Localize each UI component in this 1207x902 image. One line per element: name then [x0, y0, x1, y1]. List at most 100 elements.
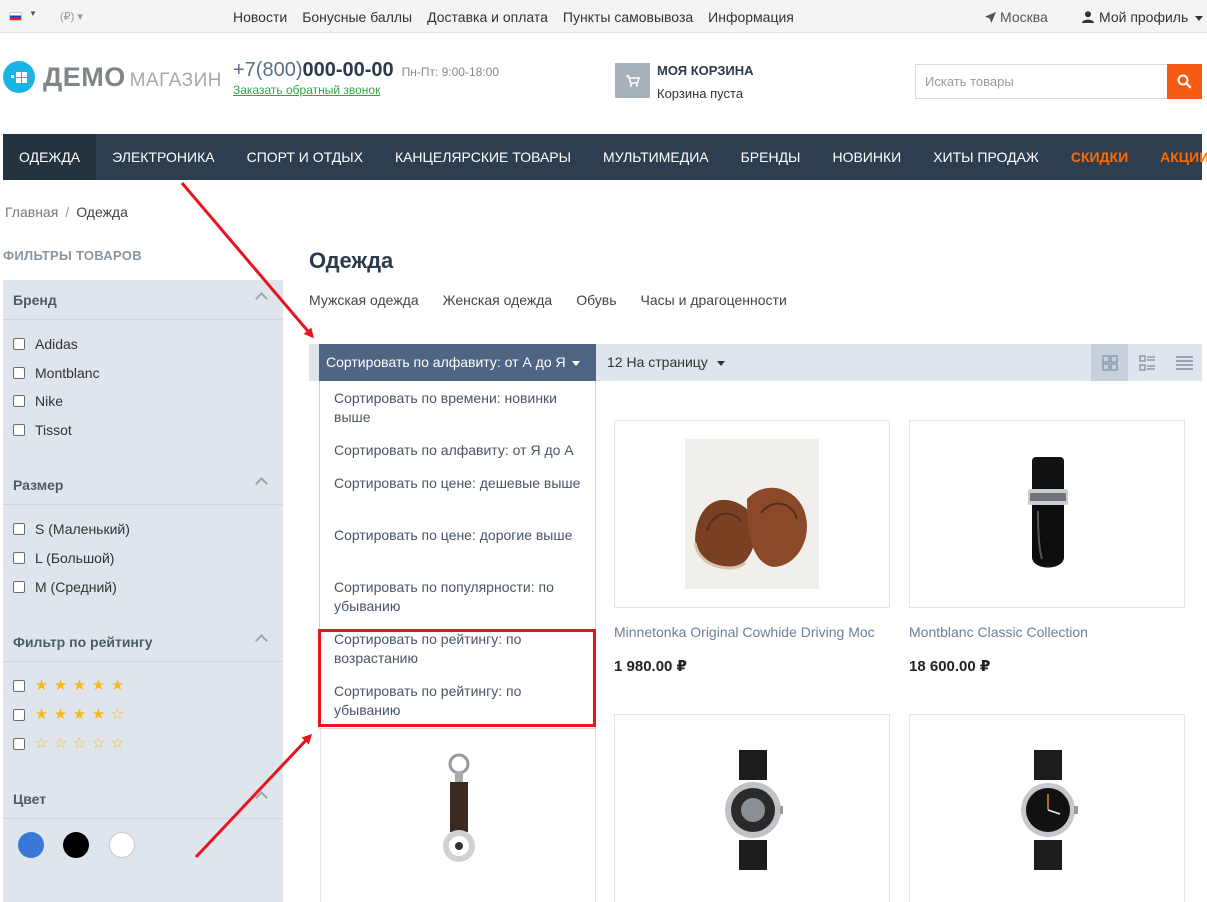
nav-electronics[interactable]: ЭЛЕКТРОНИКА	[96, 134, 230, 180]
checkbox[interactable]	[13, 395, 25, 407]
filter-rating-header[interactable]: Фильтр по рейтингу	[3, 622, 283, 662]
profile-label: Мой профиль	[1099, 9, 1189, 25]
view-compact-button[interactable]	[1166, 344, 1203, 381]
checkbox[interactable]	[13, 552, 25, 564]
nav-discounts[interactable]: СКИДКИ	[1055, 134, 1144, 180]
chevron-up-icon[interactable]	[255, 292, 268, 305]
profile-menu[interactable]: Мой профиль	[1082, 9, 1204, 25]
filter-rating-4[interactable]: ★ ★ ★ ★ ☆	[13, 707, 127, 722]
view-grid-button[interactable]	[1091, 344, 1128, 381]
logo-sub-text: МАГАЗИН	[129, 70, 222, 91]
search-input[interactable]	[915, 64, 1167, 99]
checkbox[interactable]	[13, 523, 25, 535]
nav-sport[interactable]: СПОРТ И ОТДЫХ	[231, 134, 379, 180]
nav-brands[interactable]: БРЕНДЫ	[725, 134, 817, 180]
sort-option-name-desc[interactable]: Сортировать по алфавиту: от Я до А	[334, 441, 589, 460]
nav-stationery[interactable]: КАНЦЕЛЯРСКИЕ ТОВАРЫ	[379, 134, 587, 180]
sort-option-price-asc[interactable]: Сортировать по цене: дешевые выше	[334, 474, 589, 493]
star-filled-icon: ★	[34, 706, 49, 723]
search-button[interactable]	[1167, 64, 1202, 99]
subcategory-men[interactable]: Мужская одежда	[309, 292, 419, 308]
top-nav-delivery[interactable]: Доставка и оплата	[427, 9, 548, 25]
filter-brand-adidas[interactable]: Adidas	[13, 336, 78, 352]
option-label: M (Средний)	[35, 579, 117, 595]
page-title: Одежда	[309, 248, 394, 273]
sort-dropdown-button[interactable]: Сортировать по алфавиту: от А до Я	[319, 344, 596, 381]
nav-clothing[interactable]: ОДЕЖДА	[3, 134, 97, 180]
product-card-keychain[interactable]	[320, 714, 596, 902]
per-page-selector[interactable]: 12 На страницу	[607, 344, 725, 381]
filters-sidebar: Бренд Adidas Montblanc Nike Tissot Разме…	[3, 280, 283, 902]
color-swatch-black[interactable]	[63, 832, 89, 858]
top-nav-pickup[interactable]: Пункты самовывоза	[563, 9, 693, 25]
breadcrumb-current: Одежда	[76, 204, 128, 220]
checkbox[interactable]	[13, 708, 25, 721]
color-swatch-blue[interactable]	[18, 832, 44, 858]
filter-color-header[interactable]: Цвет	[3, 779, 283, 819]
top-nav-bonus[interactable]: Бонусные баллы	[302, 9, 412, 25]
sort-option-price-desc[interactable]: Сортировать по цене: дорогие выше	[334, 526, 589, 545]
star-filled-icon: ★	[34, 677, 49, 694]
product-name[interactable]: Montblanc Classic Collection	[909, 624, 1088, 640]
stars-rating: ★ ★ ★ ★ ★	[32, 678, 127, 693]
product-card-watch-1[interactable]	[614, 714, 890, 902]
checkbox[interactable]	[13, 338, 25, 350]
phone: +7(800)000-00-00 Пн-Пт: 9:00-18:00	[233, 59, 499, 82]
filter-size-l[interactable]: L (Большой)	[13, 550, 114, 566]
city-selector[interactable]: Москва	[985, 9, 1048, 25]
callback-link[interactable]: Заказать обратный звонок	[233, 83, 380, 97]
color-swatch-white[interactable]	[109, 832, 135, 858]
russia-flag-icon[interactable]	[9, 12, 22, 21]
subcategory-watches[interactable]: Часы и драгоценности	[641, 292, 787, 308]
checkbox[interactable]	[13, 581, 25, 593]
sort-option-popularity[interactable]: Сортировать по популярности: по убыванию	[334, 578, 589, 616]
filter-rating-5[interactable]: ★ ★ ★ ★ ★	[13, 678, 127, 693]
checkbox[interactable]	[13, 424, 25, 436]
filter-brand-tissot[interactable]: Tissot	[13, 422, 72, 438]
subcategory-shoes[interactable]: Обувь	[576, 292, 616, 308]
filter-brand-montblanc[interactable]: Montblanc	[13, 365, 100, 381]
product-card-montblanc[interactable]	[909, 420, 1185, 608]
product-image-watch	[1021, 750, 1078, 870]
subcategories: Мужская одежда Женская одежда Обувь Часы…	[309, 292, 787, 308]
logo[interactable]: ДЕМО МАГАЗИН	[43, 62, 222, 93]
view-list-button[interactable]	[1129, 344, 1166, 381]
sort-selected-label: Сортировать по алфавиту: от А до Я	[326, 354, 566, 370]
chevron-down-icon	[716, 360, 725, 366]
logo-icon[interactable]	[3, 61, 35, 93]
filter-size-header[interactable]: Размер	[3, 465, 283, 505]
cart-icon	[625, 74, 640, 87]
filter-size-m[interactable]: M (Средний)	[13, 579, 117, 595]
nav-multimedia[interactable]: МУЛЬТИМЕДИА	[587, 134, 725, 180]
product-card-watch-2[interactable]	[909, 714, 1185, 902]
nav-new[interactable]: НОВИНКИ	[816, 134, 917, 180]
cart-button[interactable]	[615, 63, 650, 98]
option-label: Adidas	[35, 336, 78, 352]
sort-toolbar: Сортировать по алфавиту: от А до Я 12 На…	[309, 344, 1202, 381]
chevron-up-icon[interactable]	[255, 477, 268, 490]
phone-number: 000-00-00	[302, 59, 394, 81]
chevron-up-icon[interactable]	[255, 791, 268, 804]
top-nav-news[interactable]: Новости	[233, 9, 287, 25]
chevron-down-icon[interactable]: ▼	[29, 9, 37, 18]
subcategory-women[interactable]: Женская одежда	[443, 292, 553, 308]
filter-brand-nike[interactable]: Nike	[13, 393, 63, 409]
product-name[interactable]: Minnetonka Original Cowhide Driving Moc	[614, 624, 875, 640]
sort-option-newest[interactable]: Сортировать по времени: новинки выше	[334, 389, 589, 427]
location-arrow-icon	[985, 12, 996, 23]
currency-selector[interactable]: (₽) ▾	[60, 10, 83, 23]
top-navigation: Новости Бонусные баллы Доставка и оплата…	[233, 9, 794, 25]
top-nav-info[interactable]: Информация	[708, 9, 794, 25]
checkbox[interactable]	[13, 679, 25, 692]
breadcrumb-home[interactable]: Главная	[5, 204, 58, 220]
nav-bestsellers[interactable]: ХИТЫ ПРОДАЖ	[917, 134, 1055, 180]
checkbox[interactable]	[13, 367, 25, 379]
cart-title[interactable]: МОЯ КОРЗИНА	[657, 63, 754, 78]
nav-promotions[interactable]: АКЦИИ	[1144, 134, 1207, 180]
filter-rating-0[interactable]: ☆ ☆ ☆ ☆ ☆	[13, 736, 127, 751]
filter-size-s[interactable]: S (Маленький)	[13, 521, 130, 537]
product-card-moccasin[interactable]	[614, 420, 890, 608]
chevron-up-icon[interactable]	[255, 634, 268, 647]
checkbox[interactable]	[13, 737, 25, 750]
filter-brand-header[interactable]: Бренд	[3, 280, 283, 320]
